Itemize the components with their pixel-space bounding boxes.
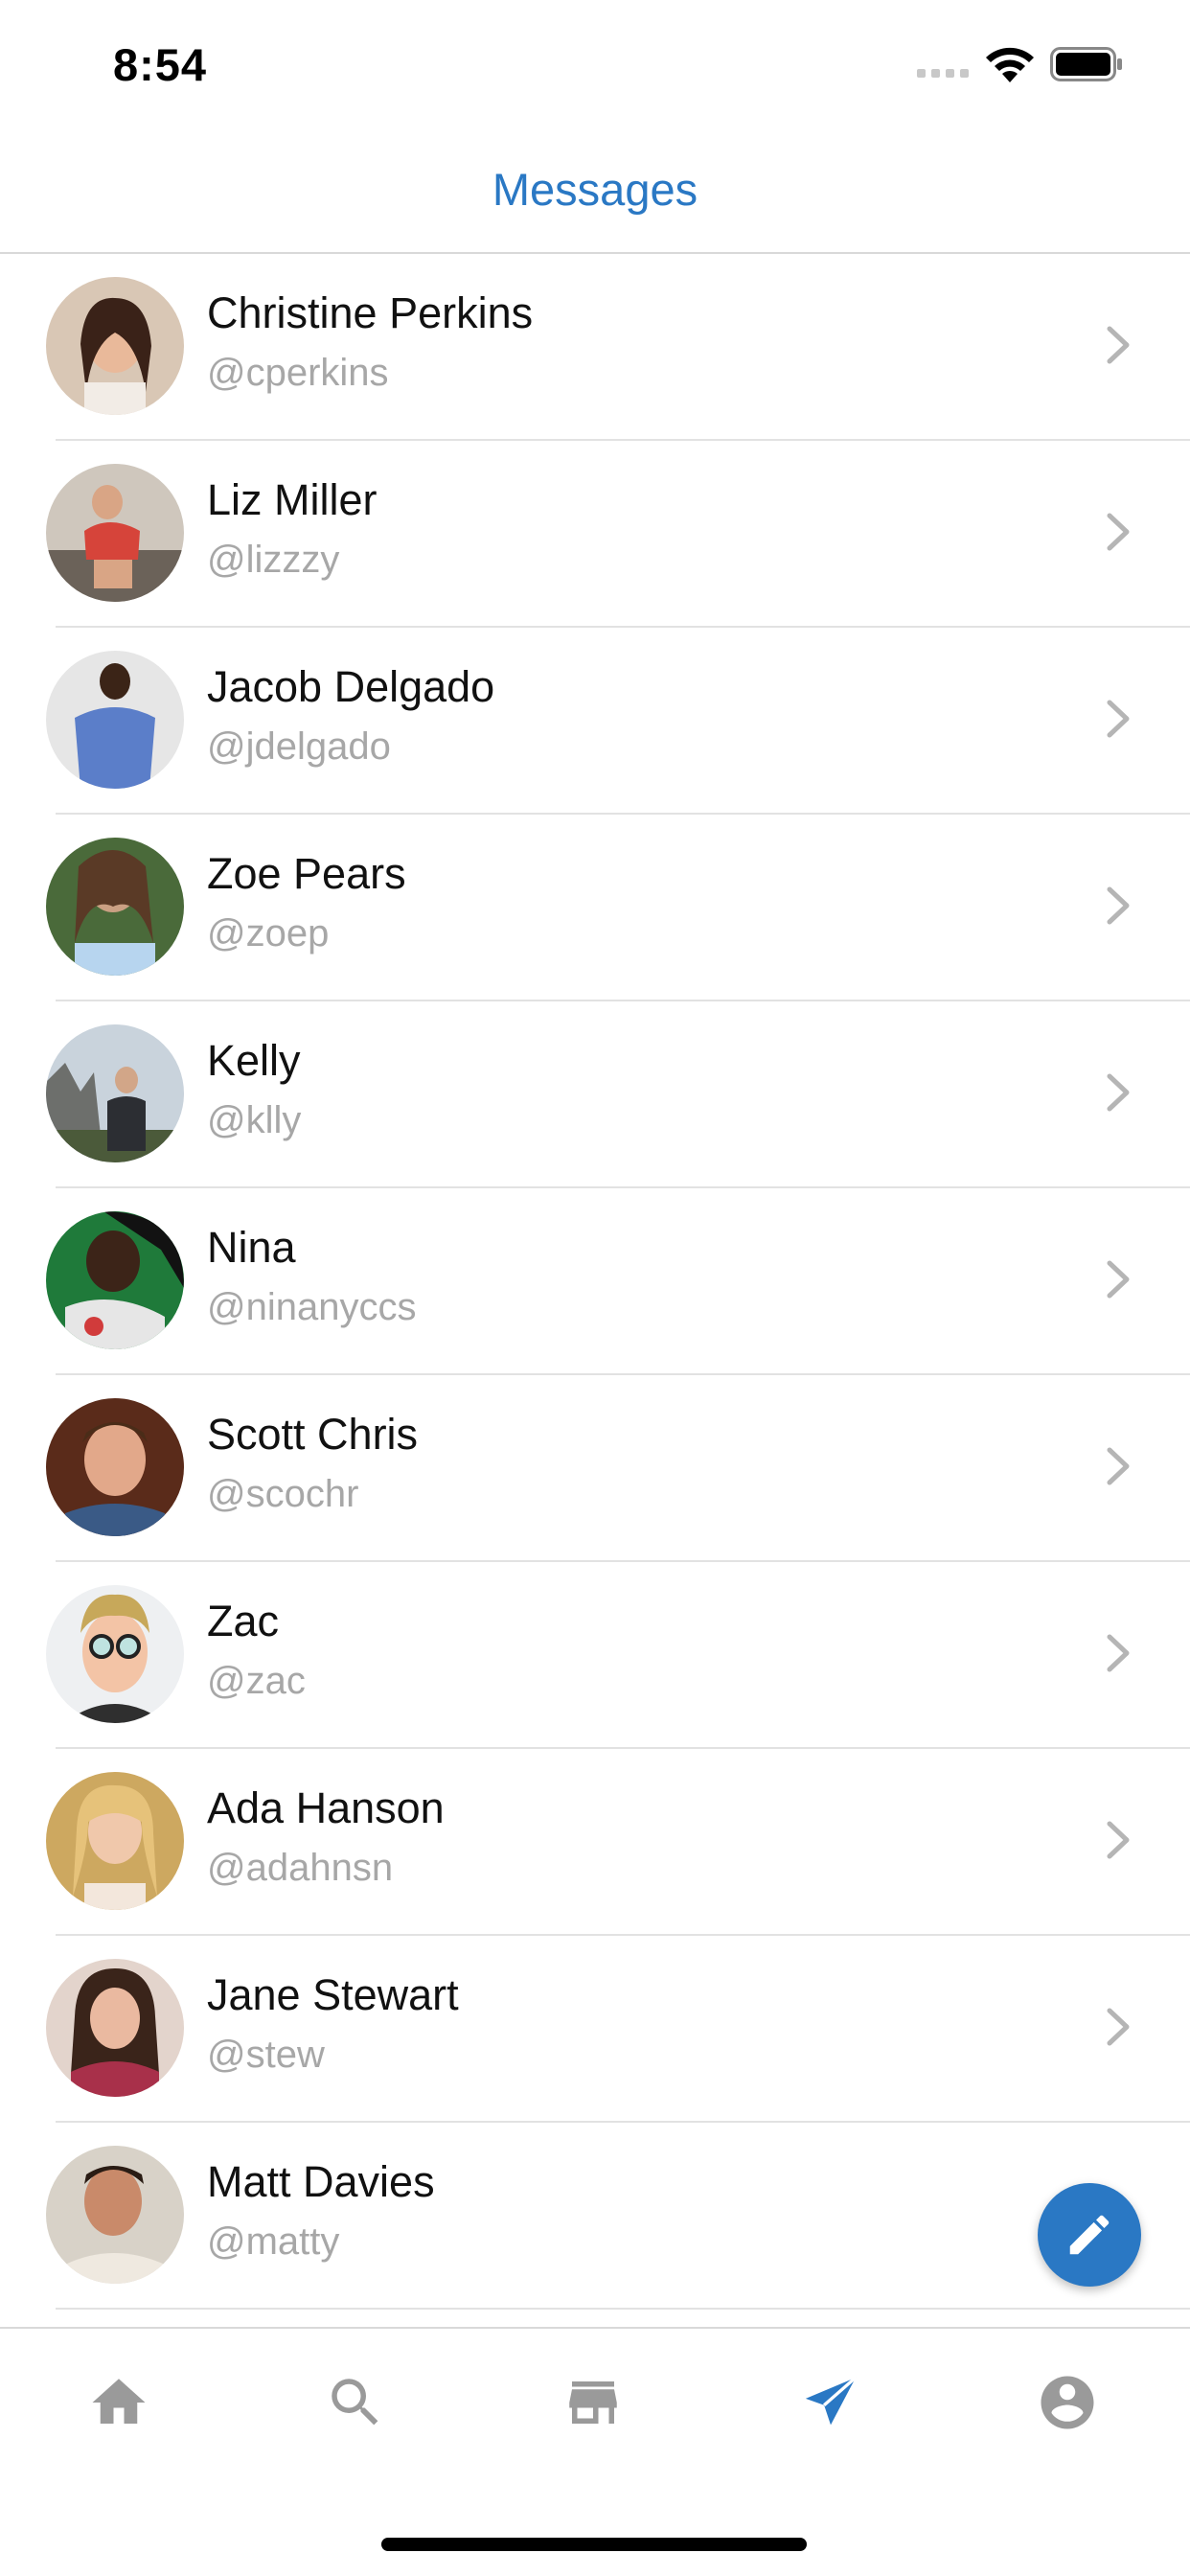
tab-search[interactable] [324, 2371, 387, 2434]
list-item[interactable]: Zac @zac [0, 1562, 1190, 1749]
tab-messages[interactable] [799, 2371, 862, 2434]
contact-handle: @ninanyccs [207, 1286, 417, 1328]
list-item[interactable]: Scott Chris @scochr [0, 1375, 1190, 1562]
list-item[interactable] [0, 2310, 1190, 2327]
page-title: Messages [492, 164, 698, 215]
signal-icon [917, 69, 969, 78]
list-item[interactable]: Jane Stewart @stew [0, 1936, 1190, 2123]
contact-handle: @scochr [207, 1473, 359, 1515]
chevron-right-icon [1107, 1260, 1130, 1299]
contact-handle: @jdelgado [207, 725, 391, 768]
contact-name: Jane Stewart [207, 1970, 459, 2019]
nav-header: Messages [0, 134, 1190, 254]
avatar [46, 838, 184, 976]
chevron-right-icon [1107, 1447, 1130, 1485]
conversation-list[interactable]: Christine Perkins @cperkins Liz Miller @… [0, 254, 1190, 2327]
status-time: 8:54 [113, 39, 208, 90]
contact-name: Ada Hanson [207, 1783, 445, 1832]
avatar [46, 2146, 184, 2284]
home-icon [92, 2379, 146, 2424]
contact-name: Zoe Pears [207, 849, 406, 898]
contact-name: Zac [207, 1597, 280, 1645]
chevron-right-icon [1107, 1634, 1130, 1672]
avatar [46, 1585, 184, 1723]
list-item[interactable]: Ada Hanson @adahnsn [0, 1749, 1190, 1936]
tab-bar [0, 2327, 1190, 2576]
contact-name: Scott Chris [207, 1410, 419, 1459]
contact-name: Matt Davies [207, 2157, 435, 2206]
avatar [46, 464, 184, 602]
wifi-icon [986, 47, 1034, 82]
status-bar: 8:54 [0, 0, 1190, 134]
contact-handle: @klly [207, 1099, 302, 1141]
list-item[interactable]: Matt Davies @matty [0, 2123, 1190, 2310]
contact-handle: @cperkins [207, 352, 389, 394]
list-item[interactable]: Kelly @klly [0, 1001, 1190, 1188]
list-item[interactable]: Nina @ninanyccs [0, 1188, 1190, 1375]
list-item[interactable]: Liz Miller @lizzzy [0, 441, 1190, 628]
avatar [46, 277, 184, 415]
send-icon [805, 2376, 858, 2426]
avatar [46, 1024, 184, 1162]
contact-handle: @stew [207, 2034, 325, 2076]
chevron-right-icon [1107, 513, 1130, 551]
avatar [46, 1959, 184, 2097]
chevron-right-icon [1107, 886, 1130, 925]
list-item[interactable]: Christine Perkins @cperkins [0, 254, 1190, 441]
chevron-right-icon [1107, 326, 1130, 364]
list-item[interactable]: Jacob Delgado @jdelgado [0, 628, 1190, 815]
chevron-right-icon [1107, 1073, 1130, 1112]
contact-name: Nina [207, 1223, 296, 1272]
tab-profile[interactable] [1036, 2371, 1099, 2434]
contact-handle: @zoep [207, 912, 330, 954]
avatar [46, 1772, 184, 1910]
store-icon [569, 2381, 617, 2424]
search-icon [332, 2379, 378, 2426]
contact-name: Liz Miller [207, 475, 378, 524]
avatar [46, 651, 184, 789]
contact-handle: @matty [207, 2220, 340, 2263]
contact-name: Kelly [207, 1036, 301, 1085]
chevron-right-icon [1107, 1821, 1130, 1859]
avatar [46, 1211, 184, 1349]
chevron-right-icon [1107, 700, 1130, 738]
avatar [46, 1398, 184, 1536]
compose-button[interactable] [1038, 2183, 1141, 2287]
account-icon [1041, 2376, 1094, 2429]
tab-store[interactable] [561, 2371, 625, 2434]
contact-name: Christine Perkins [207, 288, 534, 337]
contact-handle: @zac [207, 1660, 306, 1702]
battery-icon [1050, 47, 1122, 81]
list-item[interactable]: Zoe Pears @zoep [0, 815, 1190, 1001]
contact-handle: @lizzzy [207, 539, 340, 581]
contact-handle: @adahnsn [207, 1847, 394, 1889]
edit-icon [1069, 2215, 1110, 2255]
home-indicator [381, 2538, 807, 2551]
chevron-right-icon [1107, 2008, 1130, 2046]
contact-name: Jacob Delgado [207, 662, 495, 711]
tab-home[interactable] [87, 2371, 150, 2434]
